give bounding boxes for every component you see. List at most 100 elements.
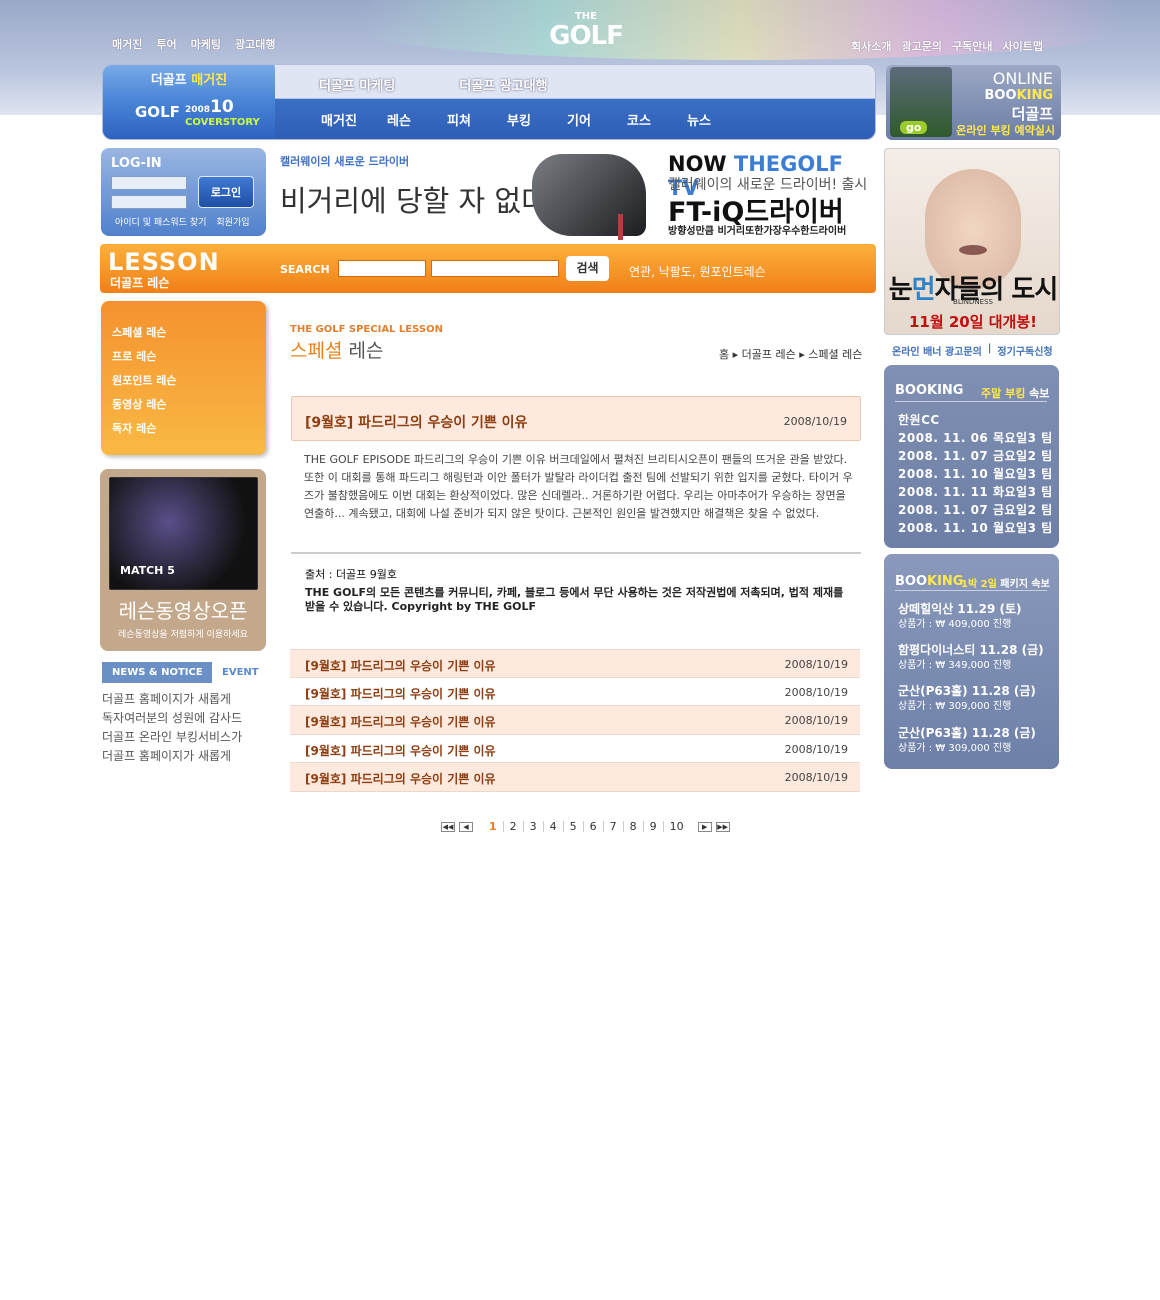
tab-news-notice[interactable]: NEWS & NOTICE	[102, 662, 212, 683]
nav-link-ad-agency[interactable]: 더골프 광고대행	[459, 75, 547, 94]
booking-ad-line2b: KING	[1016, 88, 1053, 103]
search-label: SEARCH	[280, 263, 330, 276]
booking-ad-line4: 온라인 부킹 예약실시	[956, 124, 1055, 137]
package-price: 상품가 : ₩ 309,000 진행	[898, 701, 1012, 712]
nav-tab-magazine[interactable]: 더골프 매거진 GOLF 200810 COVERSTORY	[103, 65, 275, 139]
weekend-booking-panel: BOOKING 주말 부킹 속보 한원CC 2008. 11. 06 목요일3 …	[884, 365, 1059, 548]
search-category-input[interactable]	[338, 260, 426, 277]
list-item-title[interactable]: [9월호] 파드리그의 우승이 기쁜 이유	[305, 742, 496, 759]
top-link-about[interactable]: 회사소개	[851, 38, 891, 54]
nav-link-feature[interactable]: 피쳐	[429, 110, 489, 129]
top-link-ad-agency[interactable]: 광고대행	[235, 36, 275, 52]
subscription-link[interactable]: 정기구독신청	[997, 343, 1052, 358]
booking-item[interactable]: 2008. 11. 07 금요일2 팀	[898, 447, 1053, 464]
nav-link-marketing[interactable]: 더골프 마케팅	[319, 75, 395, 94]
driver-banner[interactable]: 캘러웨이의 새로운 드라이버 비거리에 당할 자 없다! NOW THEGOLF…	[276, 148, 876, 240]
driver-club-image	[532, 154, 646, 240]
go-button[interactable]: go	[900, 121, 928, 134]
page-link[interactable]: 9	[644, 821, 664, 832]
page-link[interactable]: 1	[483, 821, 504, 832]
nav-link-magazine[interactable]: 매거진	[309, 110, 369, 129]
booking-item[interactable]: 2008. 11. 06 목요일3 팀	[898, 429, 1053, 446]
join-link[interactable]: 회원가입	[216, 215, 249, 228]
nav-tab-suffix: 매거진	[191, 73, 228, 88]
page-link[interactable]: 4	[544, 821, 564, 832]
login-button[interactable]: 로그인	[198, 176, 254, 208]
search-keywords[interactable]: 연관, 낙팔도, 원포인트레슨	[629, 263, 766, 280]
search-button[interactable]: 검색	[566, 256, 609, 281]
booking-ad-line2a: BOO	[984, 88, 1017, 103]
list-item[interactable]: [9월호] 파드리그의 우승이 기쁜 이유 2008/10/19	[290, 649, 860, 678]
list-item-title[interactable]: [9월호] 파드리그의 우승이 기쁜 이유	[305, 685, 496, 702]
nav-tab-cover-label[interactable]: COVERSTORY	[185, 117, 260, 128]
list-item-title[interactable]: [9월호] 파드리그의 우승이 기쁜 이유	[305, 657, 496, 674]
nav-link-course[interactable]: 코스	[609, 110, 669, 129]
online-booking-ad[interactable]: go ONLINE BOOKING 더골프 온라인 부킹 예약실시	[886, 65, 1061, 140]
list-item-title[interactable]: [9월호] 파드리그의 우승이 기쁜 이유	[305, 770, 496, 787]
list-item[interactable]: [9월호] 파드리그의 우승이 기쁜 이유 2008/10/19	[290, 763, 860, 792]
top-link-magazine[interactable]: 매거진	[112, 36, 142, 52]
site-logo[interactable]: THE GOLF	[544, 12, 628, 52]
booking-item[interactable]: 한원CC	[898, 411, 940, 428]
next-page-icon[interactable]: ▶	[697, 821, 712, 832]
package-price: 상품가 : ₩ 409,000 진행	[898, 619, 1012, 630]
nav-link-news[interactable]: 뉴스	[669, 110, 729, 129]
page-link[interactable]: 8	[624, 821, 644, 832]
list-item[interactable]: [9월호] 파드리그의 우승이 기쁜 이유 2008/10/19	[290, 735, 860, 763]
top-link-sitemap[interactable]: 사이트맵	[1002, 38, 1042, 54]
nav-link-lesson[interactable]: 레슨	[369, 110, 429, 129]
menu-onepoint-lesson[interactable]: 원포인트 레슨	[112, 372, 177, 388]
login-password-input[interactable]	[111, 195, 187, 209]
booking-item[interactable]: 2008. 11. 10 월요일3 팀	[898, 465, 1053, 482]
list-item-title[interactable]: [9월호] 파드리그의 우승이 기쁜 이유	[305, 713, 496, 730]
news-item[interactable]: 더골프 홈페이지가 새롭게	[102, 690, 242, 709]
booking-item[interactable]: 2008. 11. 11 화요일3 팀	[898, 483, 1053, 500]
list-item[interactable]: [9월호] 파드리그의 우승이 기쁜 이유 2008/10/19	[290, 706, 860, 735]
login-links: 아이디 및 패스워드 찾기 회원가입	[115, 215, 250, 228]
page-link[interactable]: 5	[564, 821, 584, 832]
movie-subtitle: BLINDNESS	[953, 298, 993, 306]
video-thumbnail: MATCH 5	[109, 477, 258, 590]
booking-item[interactable]: 2008. 11. 10 월요일3 팀	[898, 519, 1053, 536]
top-link-subscribe[interactable]: 구독안내	[952, 38, 992, 54]
page-link[interactable]: 6	[584, 821, 604, 832]
news-item[interactable]: 더골프 홈페이지가 새롭게	[102, 747, 242, 766]
prev-page-icon[interactable]: ◀	[459, 821, 473, 832]
news-item[interactable]: 더골프 온라인 부킹서비스가	[102, 728, 242, 747]
package-price: 상품가 : ₩ 349,000 진행	[898, 660, 1012, 671]
page-link[interactable]: 10	[664, 821, 690, 832]
search-input[interactable]	[431, 260, 559, 277]
page-link[interactable]: 2	[504, 821, 524, 832]
booking-item[interactable]: 2008. 11. 07 금요일2 팀	[898, 501, 1053, 518]
nav-link-gear[interactable]: 기어	[549, 110, 609, 129]
article-title: [9월호] 파드리그의 우승이 기쁜 이유	[305, 415, 528, 431]
lesson-bar: LESSON 더골프 레슨 SEARCH 검색 연관, 낙팔도, 원포인트레슨	[100, 244, 876, 293]
menu-special-lesson[interactable]: 스페셜 레슨	[112, 324, 166, 340]
top-link-tour[interactable]: 투어	[156, 36, 176, 52]
top-link-marketing[interactable]: 마케팅	[191, 36, 221, 52]
menu-reader-lesson[interactable]: 독자 레슨	[112, 420, 156, 436]
banner-headline: 비거리에 당할 자 없다!	[280, 184, 560, 218]
top-link-ad-inquiry[interactable]: 광고문의	[901, 38, 941, 54]
menu-video-lesson[interactable]: 동영상 레슨	[112, 396, 166, 412]
first-page-icon[interactable]: ◀◀	[441, 821, 455, 832]
booking-ad-line3: 더골프	[1011, 105, 1053, 123]
find-account-link[interactable]: 아이디 및 패스워드 찾기	[115, 215, 206, 228]
weekend-booking-label: 주말 부킹 속보	[981, 385, 1049, 401]
breadcrumb[interactable]: 홈 ▸ 더골프 레슨 ▸ 스페셜 레슨	[719, 346, 862, 362]
nav-link-booking[interactable]: 부킹	[489, 110, 549, 129]
page-link[interactable]: 7	[604, 821, 624, 832]
banner-ad-inquiry-link[interactable]: 온라인 배너 광고문의	[892, 343, 982, 358]
movie-ad[interactable]: 눈먼자들의 도시 BLINDNESS 11월 20일 대개봉!	[884, 148, 1060, 335]
list-item[interactable]: [9월호] 파드리그의 우승이 기쁜 이유 2008/10/19	[290, 678, 860, 706]
last-page-icon[interactable]: ▶▶	[715, 821, 730, 832]
tab-event[interactable]: EVENT	[212, 662, 272, 683]
menu-pro-lesson[interactable]: 프로 레슨	[112, 348, 156, 364]
news-item[interactable]: 독자여러분의 성원에 감사드	[102, 709, 242, 728]
login-id-input[interactable]	[111, 176, 187, 190]
nav-lower-links: 매거진 레슨 피쳐 부킹 기어 코스 뉴스	[309, 110, 729, 129]
page-link[interactable]: 3	[524, 821, 544, 832]
video-lesson-promo[interactable]: MATCH 5 레슨동영상오픈 레슨동영상을 저렴하게 이용하세요	[100, 469, 266, 651]
nav-tab-title: 더골프 매거진	[103, 69, 275, 88]
page: THE GOLF 매거진 투어 마케팅 광고대행 회사소개 광고문의 구독안내 …	[0, 0, 1160, 1300]
